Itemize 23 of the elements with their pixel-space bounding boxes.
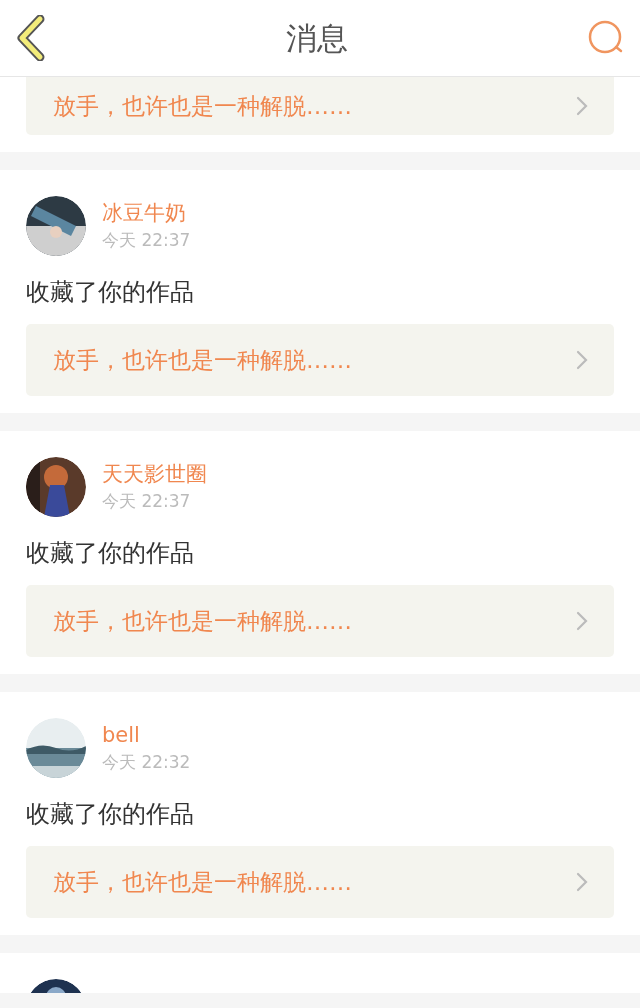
work-link[interactable]: 放手，也许也是一种解脱……: [26, 324, 614, 396]
work-link[interactable]: 放手，也许也是一种解脱……: [26, 846, 614, 918]
work-title: 放手，也许也是一种解脱……: [53, 867, 352, 897]
activity-text: 收藏了你的作品: [26, 277, 195, 308]
page-title: 消息: [286, 18, 348, 58]
user-name[interactable]: 天天影世圈: [102, 460, 207, 488]
work-title: 放手，也许也是一种解脱……: [53, 345, 352, 375]
activity-text: 收藏了你的作品: [26, 538, 195, 569]
timestamp: 今天 22:32: [102, 751, 191, 774]
chevron-right-icon: [576, 96, 588, 116]
chevron-right-icon: [576, 611, 588, 631]
work-link[interactable]: 放手，也许也是一种解脱……: [26, 77, 614, 135]
user-name[interactable]: 冰豆牛奶: [102, 199, 186, 227]
back-icon[interactable]: [16, 15, 46, 61]
chevron-right-icon: [576, 350, 588, 370]
work-title: 放手，也许也是一种解脱……: [53, 606, 352, 636]
work-title: 放手，也许也是一种解脱……: [53, 91, 352, 121]
activity-text: 收藏了你的作品: [26, 799, 195, 830]
chevron-right-icon: [576, 872, 588, 892]
user-name[interactable]: bell: [102, 721, 140, 749]
work-link[interactable]: 放手，也许也是一种解脱……: [26, 585, 614, 657]
timestamp: 今天 22:37: [102, 229, 191, 252]
timestamp: 今天 22:37: [102, 490, 191, 513]
